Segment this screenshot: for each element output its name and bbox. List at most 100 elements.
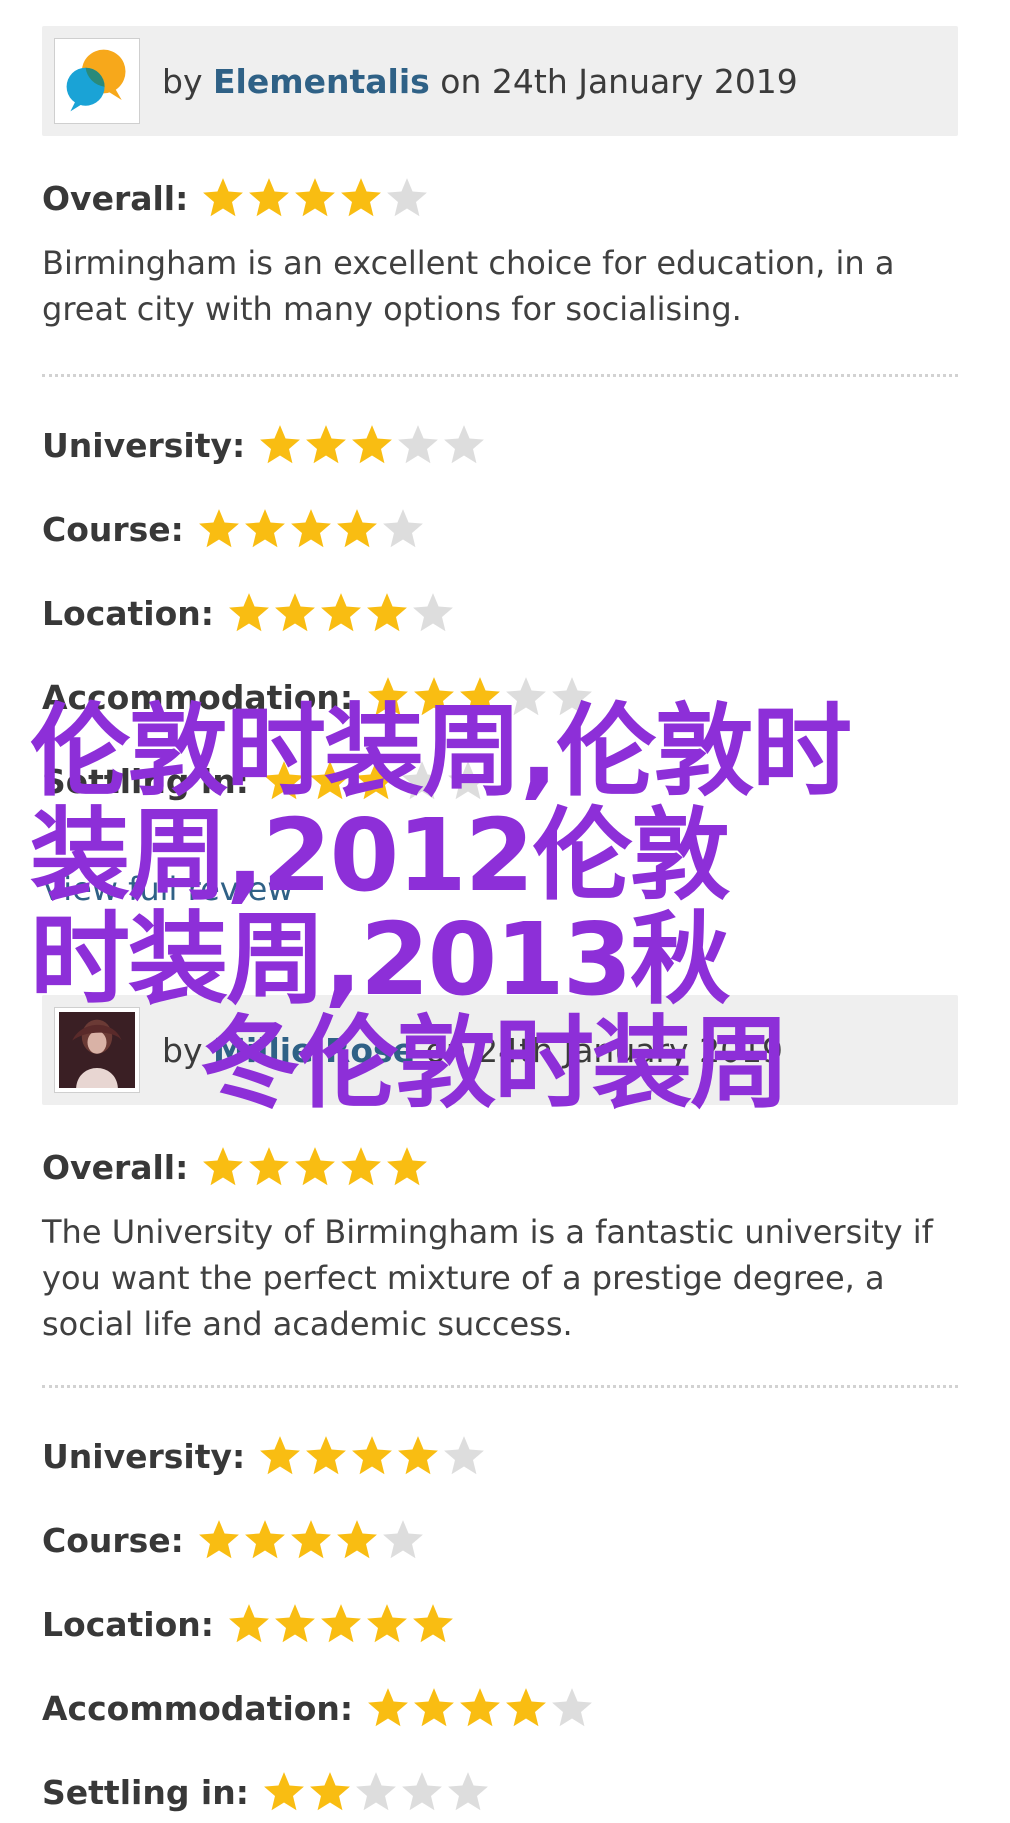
- star-filled-icon: [290, 1520, 331, 1559]
- rating-label: Location:: [42, 1604, 214, 1644]
- star-filled-icon: [203, 178, 244, 217]
- star-filled-icon: [387, 1147, 428, 1186]
- review-card: by Millie Rose on 24th January 2019 Over…: [42, 995, 958, 1823]
- overall-rating: Overall:: [42, 168, 958, 228]
- star-empty-icon: [506, 677, 547, 716]
- rating-label: Location:: [42, 593, 214, 633]
- rating-accommodation: Accommodation:: [42, 655, 958, 739]
- rating-label: University:: [42, 425, 246, 465]
- star-filled-icon: [275, 593, 315, 632]
- star-filled-icon: [414, 1688, 455, 1727]
- star-filled-icon: [310, 1772, 350, 1811]
- star-filled-icon: [264, 761, 304, 800]
- review-card: by Elementalis on 24th January 2019 Over…: [42, 26, 958, 823]
- star-filled-icon: [306, 425, 347, 464]
- star-empty-icon: [552, 1688, 593, 1727]
- rating-university: University:: [42, 1414, 958, 1498]
- star-filled-icon: [321, 593, 361, 632]
- star-empty-icon: [387, 178, 428, 217]
- star-filled-icon: [368, 1688, 409, 1727]
- rating-course: Course:: [42, 487, 958, 571]
- rating-location: Location:: [42, 1582, 958, 1666]
- review-page: by Elementalis on 24th January 2019 Over…: [0, 0, 1010, 1823]
- star-filled-icon: [249, 178, 290, 217]
- star-empty-icon: [413, 593, 453, 632]
- star-filled-icon: [352, 1436, 393, 1475]
- star-filled-icon: [398, 1436, 439, 1475]
- overall-label: Overall:: [42, 178, 189, 218]
- speech-bubbles-logo-icon: [54, 38, 140, 124]
- overall-rating: Overall:: [42, 1137, 958, 1197]
- star-empty-icon: [382, 509, 423, 548]
- rating-settling-in: Settling in:: [42, 1750, 958, 1823]
- star-filled-icon: [336, 1520, 377, 1559]
- rating-location: Location:: [42, 571, 958, 655]
- star-filled-icon: [244, 1520, 285, 1559]
- star-filled-icon: [290, 509, 331, 548]
- star-filled-icon: [244, 509, 285, 548]
- star-filled-icon: [413, 1604, 453, 1643]
- star-filled-icon: [356, 761, 396, 800]
- star-filled-icon: [341, 178, 382, 217]
- view-full-review-link[interactable]: View full review: [42, 870, 293, 908]
- star-empty-icon: [402, 761, 442, 800]
- star-filled-icon: [506, 1688, 547, 1727]
- author-link[interactable]: Elementalis: [213, 62, 430, 101]
- star-filled-icon: [368, 677, 409, 716]
- star-filled-icon: [198, 1520, 239, 1559]
- divider: [42, 374, 958, 377]
- by-prefix: by: [162, 61, 203, 101]
- star-filled-icon: [321, 1604, 361, 1643]
- star-filled-icon: [260, 425, 301, 464]
- star-filled-icon: [295, 178, 336, 217]
- star-filled-icon: [336, 509, 377, 548]
- divider: [42, 1385, 958, 1388]
- overall-label: Overall:: [42, 1147, 189, 1187]
- star-rating: [196, 1517, 426, 1563]
- rating-label: Course:: [42, 509, 184, 549]
- rating-label: Course:: [42, 1520, 184, 1560]
- star-filled-icon: [367, 1604, 407, 1643]
- star-empty-icon: [448, 1772, 488, 1811]
- star-empty-icon: [448, 761, 488, 800]
- reviewer-header: by Millie Rose on 24th January 2019: [42, 995, 958, 1105]
- star-filled-icon: [306, 1436, 347, 1475]
- rating-accommodation: Accommodation:: [42, 1666, 958, 1750]
- review-date: on 24th January 2019: [425, 1030, 784, 1070]
- rating-label: Accommodation:: [42, 677, 354, 717]
- star-rating: [200, 1144, 430, 1190]
- star-empty-icon: [382, 1520, 423, 1559]
- star-rating: [226, 590, 456, 636]
- star-filled-icon: [341, 1147, 382, 1186]
- star-rating: [365, 674, 595, 720]
- rating-label: Accommodation:: [42, 1688, 354, 1728]
- rating-label: University:: [42, 1436, 246, 1476]
- star-filled-icon: [310, 761, 350, 800]
- reviewer-byline: by Elementalis on 24th January 2019: [162, 62, 798, 101]
- star-filled-icon: [229, 1604, 269, 1643]
- rating-label: Settling in:: [42, 1772, 249, 1812]
- star-rating: [200, 175, 430, 221]
- star-rating: [196, 506, 426, 552]
- star-filled-icon: [264, 1772, 304, 1811]
- rating-settling-in: Settling in:: [42, 739, 958, 823]
- star-filled-icon: [203, 1147, 244, 1186]
- star-filled-icon: [352, 425, 393, 464]
- review-text: The University of Birmingham is a fantas…: [42, 1213, 933, 1343]
- category-ratings: University: Course: Location: Accommodat…: [42, 403, 958, 823]
- star-filled-icon: [275, 1604, 315, 1643]
- category-ratings: University: Course: Location: Accommodat…: [42, 1414, 958, 1823]
- star-filled-icon: [460, 1688, 501, 1727]
- author-link[interactable]: Millie Rose: [213, 1031, 415, 1070]
- star-filled-icon: [229, 593, 269, 632]
- star-filled-icon: [249, 1147, 290, 1186]
- star-rating: [257, 422, 487, 468]
- user-photo-avatar: [54, 1007, 140, 1093]
- star-empty-icon: [552, 677, 593, 716]
- star-rating: [261, 758, 491, 804]
- star-rating: [365, 1685, 595, 1731]
- star-empty-icon: [444, 425, 485, 464]
- star-empty-icon: [356, 1772, 396, 1811]
- star-filled-icon: [260, 1436, 301, 1475]
- star-empty-icon: [402, 1772, 442, 1811]
